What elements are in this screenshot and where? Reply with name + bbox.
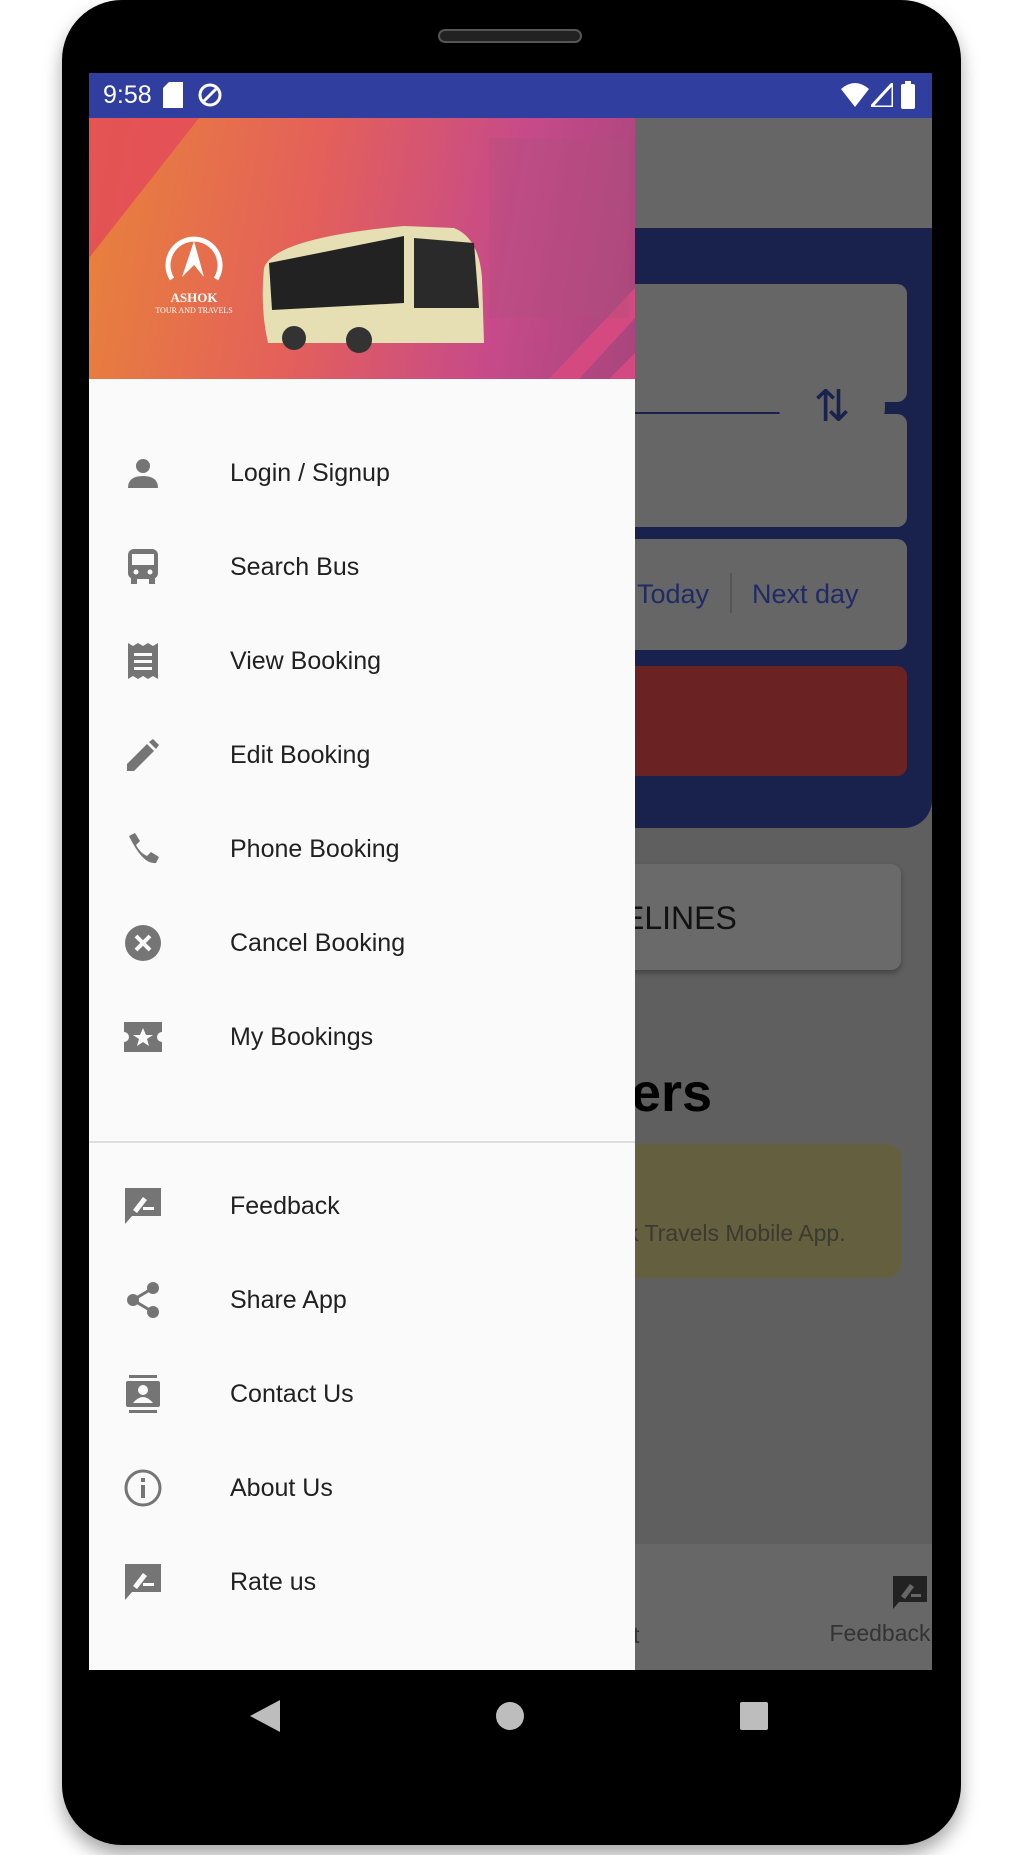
date-separator: [730, 573, 732, 613]
phone-icon: [123, 829, 163, 869]
menu-item-feedback[interactable]: Feedback: [89, 1159, 635, 1253]
person-icon: [123, 453, 163, 493]
rate-icon: [123, 1562, 163, 1602]
menu-item-about-us[interactable]: About Us: [89, 1441, 635, 1535]
search-buses-button[interactable]: S: [635, 666, 907, 776]
recents-button[interactable]: [740, 1702, 768, 1730]
pencil-icon: [123, 735, 163, 775]
wifi-icon: [841, 83, 869, 107]
menu-item-cancel-booking[interactable]: Cancel Booking: [89, 896, 635, 990]
share-icon: [123, 1280, 163, 1320]
offers-heading: ers: [635, 1063, 713, 1123]
menu-item-search-bus[interactable]: Search Bus: [89, 520, 635, 614]
home-button[interactable]: [496, 1702, 524, 1730]
battery-icon: [901, 81, 915, 109]
feedback-icon: [893, 1576, 927, 1609]
status-bar: 9:58: [89, 73, 932, 118]
bottom-navigation: t Feedback: [635, 1544, 932, 1670]
sync-icon: [198, 83, 222, 107]
menu-item-my-bookings[interactable]: My Bookings: [89, 990, 635, 1084]
menu-item-login-signup[interactable]: Login / Signup: [89, 426, 635, 520]
bottom-nav-feedback-label: Feedback: [829, 1620, 931, 1646]
today-option[interactable]: Today: [637, 579, 709, 610]
status-time: 9:58: [103, 81, 152, 109]
app-toolbar: [635, 118, 932, 228]
home-screen-background: ⇅ Today Next day S ELINES ers k Travels …: [635, 118, 932, 1670]
contact-icon: [123, 1374, 163, 1414]
menu-item-edit-booking[interactable]: Edit Booking: [89, 708, 635, 802]
signal-icon: [871, 83, 893, 107]
cancel-icon: [123, 923, 163, 963]
bottom-nav-feedback[interactable]: Feedback: [829, 1574, 932, 1654]
swap-button[interactable]: ⇅: [779, 353, 885, 459]
bus-icon: [123, 547, 163, 587]
ashok-logo: ASHOK TOUR AND TRAVELS: [139, 233, 249, 315]
offer-card[interactable]: k Travels Mobile App.: [635, 1144, 901, 1278]
menu-item-phone-booking[interactable]: Phone Booking: [89, 802, 635, 896]
screen: 9:58 ⇅ Today Next day S ELINES ers k Tra…: [89, 73, 932, 1670]
back-button[interactable]: [250, 1700, 280, 1732]
next-day-option[interactable]: Next day: [752, 579, 859, 610]
menu-item-share-app[interactable]: Share App: [89, 1253, 635, 1347]
search-panel: ⇅ Today Next day S: [635, 228, 932, 828]
date-selector: Today Next day: [635, 539, 907, 650]
menu-item-view-booking[interactable]: View Booking: [89, 614, 635, 708]
ticket-icon: [123, 1017, 163, 1057]
bottom-nav-label-partial[interactable]: t: [635, 1622, 639, 1649]
drawer-divider: [89, 1141, 635, 1143]
sd-card-icon: [163, 82, 183, 108]
navigation-drawer: ASHOK TOUR AND TRAVELS Login / Signup Se…: [89, 118, 635, 1670]
drawer-header-banner: ASHOK TOUR AND TRAVELS: [89, 118, 635, 379]
logo-star-icon: [165, 236, 223, 281]
swap-icon: ⇅: [813, 381, 851, 431]
guidelines-button[interactable]: ELINES: [635, 864, 901, 970]
feedback-icon: [123, 1186, 163, 1226]
receipt-icon: [123, 641, 163, 681]
menu-item-contact-us[interactable]: Contact Us: [89, 1347, 635, 1441]
bus-image: [262, 226, 484, 353]
phone-speaker: [438, 29, 582, 43]
menu-item-rate-us[interactable]: Rate us: [89, 1535, 635, 1629]
info-icon: [123, 1468, 163, 1508]
